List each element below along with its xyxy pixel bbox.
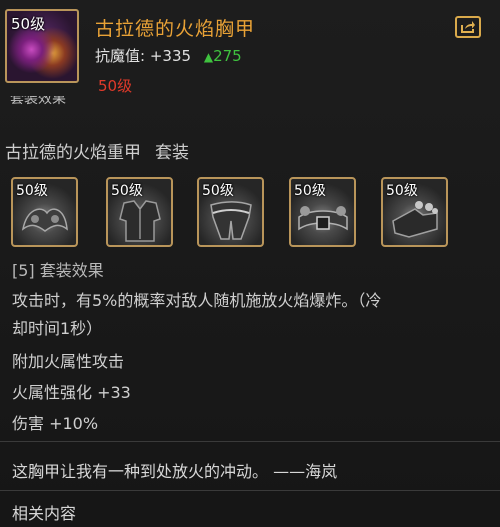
set-tag: 套装 xyxy=(155,143,189,163)
share-icon xyxy=(461,21,475,33)
set-title: 古拉德的火焰重甲 xyxy=(5,143,141,163)
set-effect-header: [5] 套装效果 xyxy=(12,261,104,280)
set-piece-boots[interactable]: 50级 xyxy=(381,177,448,247)
set-effect-description-cont: 却时间1秒） xyxy=(12,319,103,338)
divider xyxy=(0,490,500,491)
set-effect-description: 攻击时，有5%的概率对敌人随机施放火焰爆炸。（冷 xyxy=(12,291,382,310)
set-name: 古拉德的火焰重甲 套装 xyxy=(5,138,189,163)
item-tooltip: 50级 古拉德的火焰胸甲 抗魔值: +335 ▲275 50级 套装效果 古拉德… xyxy=(0,0,500,527)
stat-delta: 275 xyxy=(213,47,242,65)
stat-label: 抗魔值: xyxy=(95,47,146,65)
required-level: 50级 xyxy=(98,77,133,95)
set-effect-fire-boost: 火属性强化 +33 xyxy=(12,383,131,402)
belt-armor-icon xyxy=(298,206,348,231)
piece-level: 50级 xyxy=(294,183,326,199)
related-content-link[interactable]: 相关内容 xyxy=(12,500,76,524)
set-effect-damage: 伤害 +10% xyxy=(12,414,99,433)
piece-level: 50级 xyxy=(111,183,143,199)
piece-level: 50级 xyxy=(16,183,48,199)
shoulder-armor-icon xyxy=(21,208,68,232)
piece-level: 50级 xyxy=(202,183,234,199)
boots-armor-icon xyxy=(392,201,438,238)
set-effect-fire-attack: 附加火属性攻击 xyxy=(12,352,125,371)
divider xyxy=(0,441,500,442)
magic-resist-stat: 抗魔值: +335 ▲275 xyxy=(95,45,242,66)
set-piece-pants[interactable]: 50级 xyxy=(197,177,264,247)
share-button[interactable] xyxy=(455,16,481,38)
partially-hidden-heading: 套装效果 xyxy=(10,96,66,107)
item-icon[interactable]: 50级 xyxy=(5,9,79,83)
stat-value: +335 xyxy=(149,47,192,65)
flavor-text: 这胸甲让我有一种到处放火的冲动。 ——海岚 xyxy=(12,462,338,481)
set-piece-chest[interactable]: 50级 xyxy=(106,177,173,247)
set-piece-belt[interactable]: 50级 xyxy=(289,177,356,247)
set-pieces: 50级 50级 50级 50级 50级 xyxy=(11,177,461,247)
item-level-badge: 50级 xyxy=(11,15,46,33)
piece-level: 50级 xyxy=(386,183,418,199)
item-name: 古拉德的火焰胸甲 xyxy=(95,18,256,40)
pants-armor-icon xyxy=(210,201,252,240)
chest-armor-icon xyxy=(119,200,161,242)
set-piece-shoulder[interactable]: 50级 xyxy=(11,177,78,247)
triangle-up-icon: ▲ xyxy=(203,50,214,64)
